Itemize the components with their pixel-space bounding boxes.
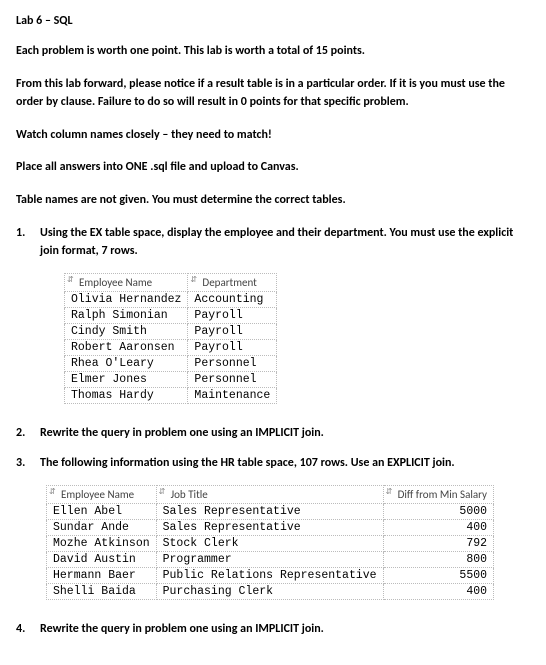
cell-employee-name: Ralph Simonian: [65, 307, 188, 323]
cell-diff-min-salary: 792: [383, 535, 493, 551]
cell-employee-name: Shelli Baida: [47, 583, 157, 599]
intro-para-2: From this lab forward, please notice if …: [16, 75, 530, 112]
cell-job-title: Purchasing Clerk: [156, 583, 383, 599]
q2-number: 2.: [16, 424, 40, 443]
cell-department: Payroll: [188, 323, 277, 339]
cell-employee-name: Thomas Hardy: [65, 387, 188, 403]
cell-employee-name: David Austin: [47, 551, 157, 567]
intro-para-1: Each problem is worth one point. This la…: [16, 42, 530, 61]
cell-department: Personnel: [188, 371, 277, 387]
table-row: Ralph SimonianPayroll: [65, 307, 277, 323]
cell-employee-name: Olivia Hernandez: [65, 291, 188, 307]
sort-icon: ⇵: [190, 276, 197, 284]
intro-para-4: Place all answers into ONE .sql file and…: [16, 158, 530, 177]
table-row: Rhea O'LearyPersonnel: [65, 355, 277, 371]
cell-employee-name: Sundar Ande: [47, 519, 157, 535]
q2-text: Rewrite the query in problem one using a…: [40, 424, 530, 443]
q4-text: Rewrite the query in problem one using a…: [40, 620, 530, 639]
q3-header-3: Diff from Min Salary: [398, 488, 487, 501]
table-row: Thomas HardyMaintenance: [65, 387, 277, 403]
sort-icon: ⇵: [386, 488, 393, 496]
cell-employee-name: Rhea O'Leary: [65, 355, 188, 371]
cell-diff-min-salary: 800: [383, 551, 493, 567]
cell-diff-min-salary: 400: [383, 519, 493, 535]
cell-job-title: Sales Representative: [156, 519, 383, 535]
lab-title: Lab 6 – SQL: [16, 14, 530, 28]
q1-col-department: ⇵ Department: [188, 273, 277, 291]
q3-result-table: ⇵ Employee Name ⇵ Job Title ⇵ Diff from …: [46, 485, 494, 600]
table-row: David AustinProgrammer800: [47, 551, 494, 567]
q3-col-employee-name: ⇵ Employee Name: [47, 485, 157, 503]
q1-result-table: ⇵ Employee Name ⇵ Department Olivia Hern…: [64, 273, 277, 404]
cell-department: Maintenance: [188, 387, 277, 403]
cell-diff-min-salary: 5000: [383, 503, 493, 519]
cell-department: Personnel: [188, 355, 277, 371]
q3-header-1: Employee Name: [61, 488, 134, 501]
table-row: Mozhe AtkinsonStock Clerk792: [47, 535, 494, 551]
q1-number: 1.: [16, 224, 40, 261]
table-row: Cindy SmithPayroll: [65, 323, 277, 339]
cell-employee-name: Ellen Abel: [47, 503, 157, 519]
q4-number: 4.: [16, 620, 40, 639]
cell-department: Payroll: [188, 339, 277, 355]
cell-employee-name: Cindy Smith: [65, 323, 188, 339]
sort-icon: ⇵: [49, 488, 56, 496]
q3-header-2: Job Title: [171, 488, 208, 501]
sort-icon: ⇵: [159, 488, 166, 496]
cell-employee-name: Mozhe Atkinson: [47, 535, 157, 551]
q3-number: 3.: [16, 454, 40, 473]
cell-employee-name: Hermann Baer: [47, 567, 157, 583]
question-2: 2. Rewrite the query in problem one usin…: [16, 424, 530, 443]
q3-col-job-title: ⇵ Job Title: [156, 485, 383, 503]
table-row: Elmer JonesPersonnel: [65, 371, 277, 387]
cell-department: Accounting: [188, 291, 277, 307]
cell-department: Payroll: [188, 307, 277, 323]
q3-col-diff-min-salary: ⇵ Diff from Min Salary: [383, 485, 493, 503]
table-row: Sundar AndeSales Representative400: [47, 519, 494, 535]
table-row: Shelli BaidaPurchasing Clerk400: [47, 583, 494, 599]
q1-header-2: Department: [202, 276, 256, 289]
cell-job-title: Stock Clerk: [156, 535, 383, 551]
cell-diff-min-salary: 5500: [383, 567, 493, 583]
table-row: Hermann BaerPublic Relations Representat…: [47, 567, 494, 583]
intro-para-3: Watch column names closely – they need t…: [16, 126, 530, 145]
cell-job-title: Programmer: [156, 551, 383, 567]
cell-job-title: Public Relations Representative: [156, 567, 383, 583]
table-row: Ellen AbelSales Representative5000: [47, 503, 494, 519]
cell-employee-name: Elmer Jones: [65, 371, 188, 387]
q1-text: Using the EX table space, display the em…: [40, 224, 530, 261]
table-row: Robert AaronsenPayroll: [65, 339, 277, 355]
q3-text: The following information using the HR t…: [40, 454, 530, 473]
q1-header-1: Employee Name: [79, 276, 152, 289]
question-1: 1. Using the EX table space, display the…: [16, 224, 530, 261]
cell-diff-min-salary: 400: [383, 583, 493, 599]
cell-job-title: Sales Representative: [156, 503, 383, 519]
question-4: 4. Rewrite the query in problem one usin…: [16, 620, 530, 639]
cell-employee-name: Robert Aaronsen: [65, 339, 188, 355]
table-row: Olivia HernandezAccounting: [65, 291, 277, 307]
intro-para-5: Table names are not given. You must dete…: [16, 191, 530, 210]
question-3: 3. The following information using the H…: [16, 454, 530, 473]
sort-icon: ⇵: [67, 276, 74, 284]
q1-col-employee-name: ⇵ Employee Name: [65, 273, 188, 291]
